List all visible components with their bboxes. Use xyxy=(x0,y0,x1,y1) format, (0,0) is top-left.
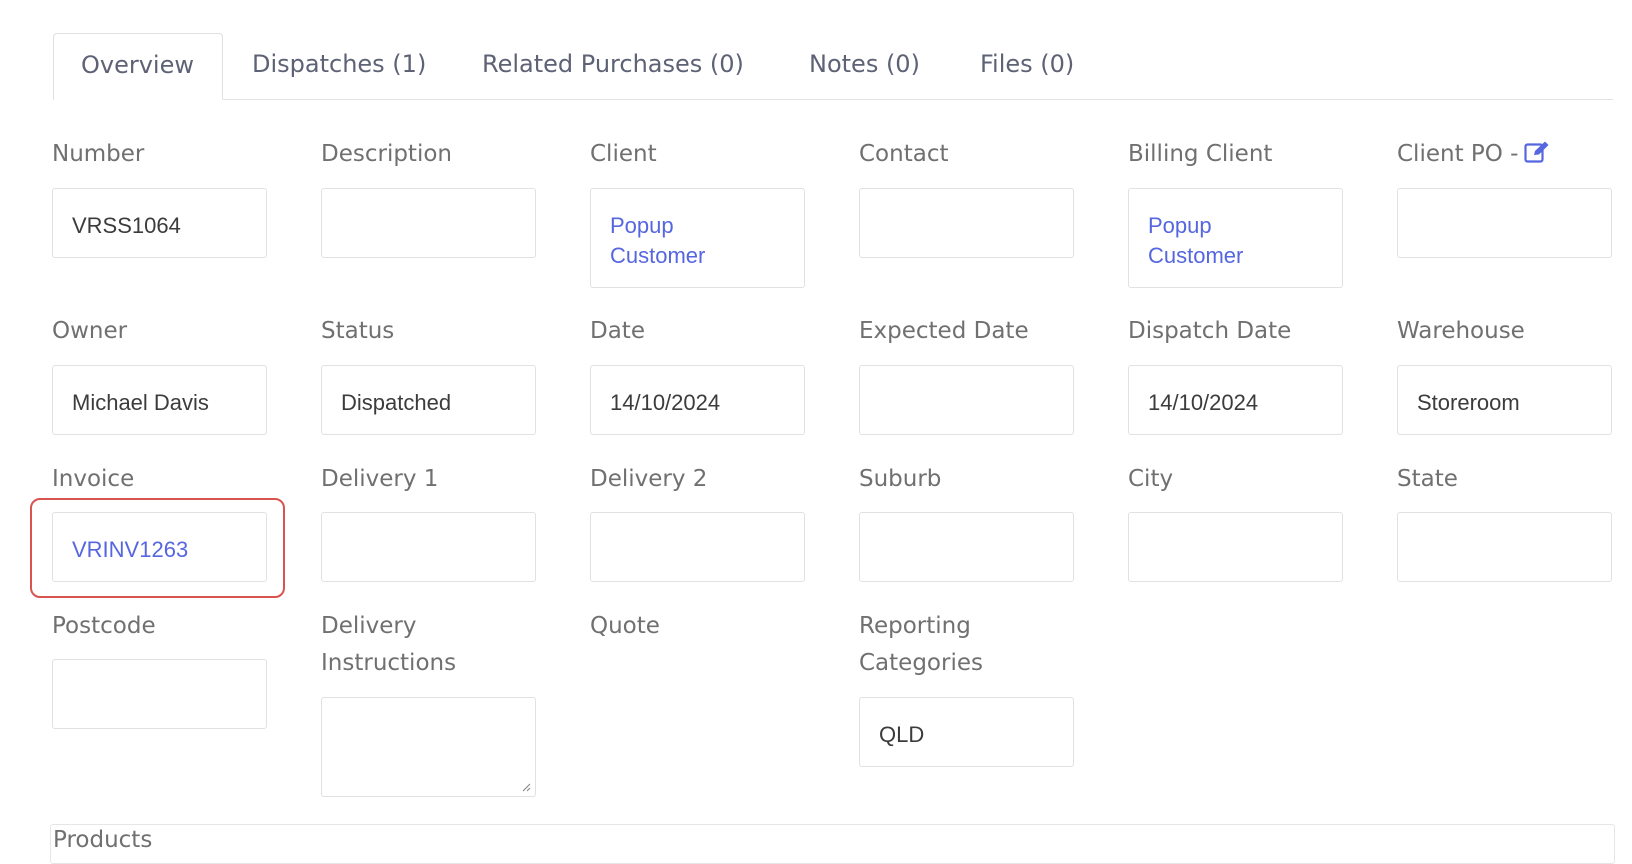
city-label: City xyxy=(1128,466,1174,492)
postcode-field[interactable] xyxy=(52,659,267,729)
reporting-categories-label: Reporting Categories xyxy=(859,613,983,676)
billing-client-label: Billing Client xyxy=(1128,141,1273,167)
tab-dispatches[interactable]: Dispatches (1) xyxy=(252,33,426,99)
delivery1-label: Delivery 1 xyxy=(321,466,439,492)
state-label: State xyxy=(1397,466,1458,492)
suburb-label: Suburb xyxy=(859,466,942,492)
client-po-label-text: Client PO - xyxy=(1397,141,1519,167)
edit-icon[interactable] xyxy=(1524,139,1551,176)
client-link[interactable]: Popup Customer xyxy=(610,211,730,271)
tab-bar: Overview Dispatches (1) Related Purchase… xyxy=(53,33,1613,100)
tab-notes[interactable]: Notes (0) xyxy=(809,33,920,99)
dispatch-date-field[interactable]: 14/10/2024 xyxy=(1128,365,1343,435)
products-panel: Products xyxy=(50,824,1615,864)
tab-overview[interactable]: Overview xyxy=(53,33,223,100)
client-po-field[interactable] xyxy=(1397,188,1612,258)
delivery-instructions-textarea[interactable] xyxy=(321,697,536,797)
client-label: Client xyxy=(590,141,657,167)
suburb-field[interactable] xyxy=(859,512,1074,582)
number-label: Number xyxy=(52,141,145,167)
billing-client-link[interactable]: Popup Customer xyxy=(1148,211,1268,271)
warehouse-label: Warehouse xyxy=(1397,318,1525,344)
number-field[interactable]: VRSS1064 xyxy=(52,188,267,258)
date-label: Date xyxy=(590,318,645,344)
delivery1-field[interactable] xyxy=(321,512,536,582)
tab-files[interactable]: Files (0) xyxy=(980,33,1074,99)
owner-label: Owner xyxy=(52,318,128,344)
owner-field[interactable]: Michael Davis xyxy=(52,365,267,435)
client-po-label: Client PO - xyxy=(1397,136,1551,176)
description-label: Description xyxy=(321,141,452,167)
delivery2-label: Delivery 2 xyxy=(590,466,708,492)
tab-related-purchases[interactable]: Related Purchases (0) xyxy=(482,33,744,99)
postcode-label: Postcode xyxy=(52,613,156,639)
city-field[interactable] xyxy=(1128,512,1343,582)
warehouse-field[interactable]: Storeroom xyxy=(1397,365,1612,435)
invoice-label: Invoice xyxy=(52,466,135,492)
delivery2-field[interactable] xyxy=(590,512,805,582)
resize-grip-icon[interactable] xyxy=(520,781,531,792)
state-field[interactable] xyxy=(1397,512,1612,582)
client-field[interactable]: Popup Customer xyxy=(590,188,805,288)
expected-date-field[interactable] xyxy=(859,365,1074,435)
invoice-field[interactable]: VRINV1263 xyxy=(52,512,267,582)
billing-client-field[interactable]: Popup Customer xyxy=(1128,188,1343,288)
status-field[interactable]: Dispatched xyxy=(321,365,536,435)
dispatch-date-label: Dispatch Date xyxy=(1128,318,1292,344)
contact-label: Contact xyxy=(859,141,949,167)
expected-date-label: Expected Date xyxy=(859,318,1029,344)
status-label: Status xyxy=(321,318,395,344)
date-field[interactable]: 14/10/2024 xyxy=(590,365,805,435)
description-field[interactable] xyxy=(321,188,536,258)
delivery-instructions-label: Delivery Instructions xyxy=(321,613,457,676)
quote-label: Quote xyxy=(590,613,660,639)
invoice-link[interactable]: VRINV1263 xyxy=(72,537,188,562)
reporting-categories-field[interactable]: QLD xyxy=(859,697,1074,767)
products-title: Products xyxy=(53,827,153,853)
contact-field[interactable] xyxy=(859,188,1074,258)
